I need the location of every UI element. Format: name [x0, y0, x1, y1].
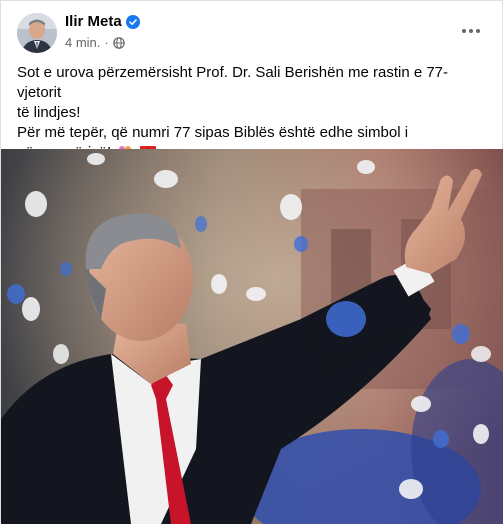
- post-photo[interactable]: [1, 149, 503, 524]
- author-name-row: Ilir Meta: [65, 13, 140, 30]
- post-photo-image: [1, 149, 503, 524]
- post-text-line: të lindjes!: [17, 104, 81, 121]
- facebook-post: Ilir Meta 4 min. · Sot e urova përzemërs…: [0, 0, 503, 524]
- meta-separator: ·: [104, 35, 109, 50]
- post-header: Ilir Meta 4 min. ·: [17, 11, 487, 55]
- more-options-icon[interactable]: [455, 17, 487, 45]
- post-text: Sot e urova përzemërsisht Prof. Dr. Sali…: [17, 63, 489, 163]
- post-meta: 4 min. ·: [65, 35, 125, 50]
- post-text-line: Sot e urova përzemërsisht Prof. Dr. Sali…: [17, 64, 449, 101]
- post-timestamp[interactable]: 4 min.: [65, 35, 100, 50]
- author-avatar[interactable]: [17, 13, 57, 53]
- post-text-line: Për më tepër, që numri 77 sipas Biblës ë…: [17, 124, 409, 141]
- verified-badge-icon: [125, 14, 140, 29]
- author-name[interactable]: Ilir Meta: [65, 13, 122, 30]
- globe-icon: [112, 36, 125, 49]
